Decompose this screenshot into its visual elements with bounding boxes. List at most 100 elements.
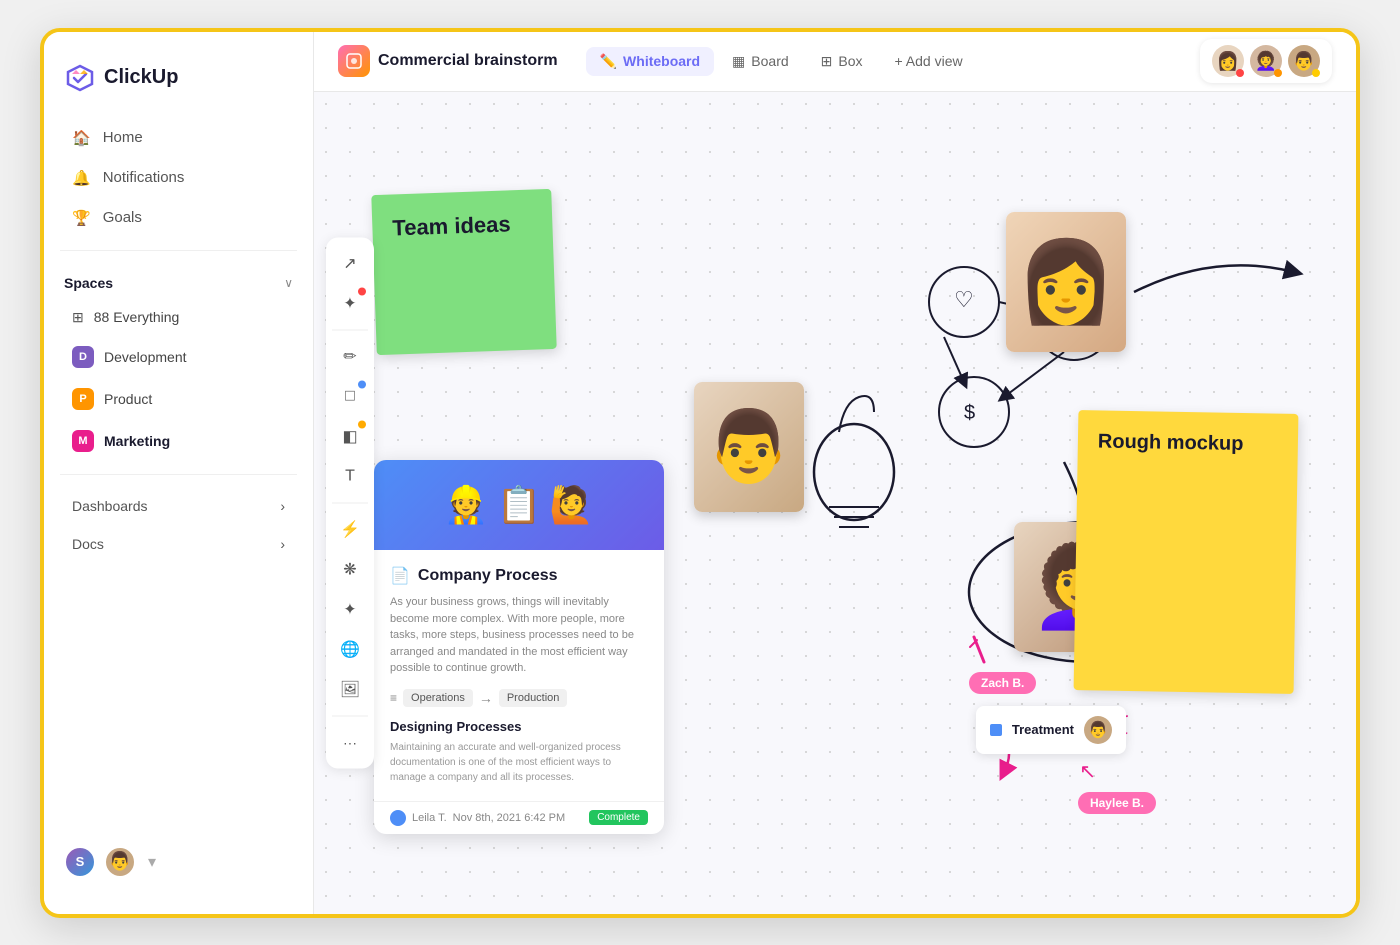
sidebar-divider [60,250,297,251]
collab-dot-2 [1274,69,1282,77]
flow-to-text: Production [507,692,560,704]
tool-image[interactable]: 🖼 [332,671,368,707]
user-area: S 👨 ▾ [44,830,313,894]
bell-icon: 🔔 [72,169,91,187]
tool-more[interactable]: ··· [332,724,368,760]
marketing-label: Marketing [104,433,170,449]
treatment-color-swatch [990,724,1002,736]
tool-brush[interactable]: ✦ [332,285,368,321]
doc-card-desc: As your business grows, things will inev… [390,594,648,677]
whiteboard-canvas[interactable]: ↗ ✦ ✏ □ ◧ T ⚡ ❋ ✦ [314,92,1356,914]
flow-arrow: → [479,690,493,706]
doc-user: Leila T. Nov 8th, 2021 6:42 PM [390,810,565,826]
doc-status-badge: Complete [589,810,648,825]
sticky-green-text: Team ideas [392,211,511,240]
tools-divider-3 [332,715,368,716]
chevron-right-icon-docs: › [280,536,285,552]
doc-card-header: 👷 📋 🙋 [374,460,664,550]
treatment-avatar: 👨 [1084,716,1112,744]
tool-connector[interactable]: ⚡ [332,511,368,547]
tool-text[interactable]: T [332,458,368,494]
sidebar-item-home[interactable]: 🏠 Home [52,119,305,157]
doc-section-title: Designing Processes [390,719,648,734]
doc-title-text: Company Process [418,567,558,585]
sidebar-divider-2 [60,474,297,475]
doc-card-body: 📄 Company Process As your business grows… [374,550,664,801]
board-tab-icon: ▦ [732,53,745,70]
whiteboard-tab-icon: ✏️ [600,53,617,70]
whiteboard-tab-label: Whiteboard [623,53,700,69]
development-label: Development [104,349,187,365]
tool-rectangle[interactable]: □ [332,378,368,414]
add-view-button[interactable]: + Add view [881,47,977,75]
tool-globe[interactable]: 🌐 [332,631,368,667]
product-badge: P [72,388,94,410]
view-tabs: ✏️ Whiteboard ▦ Board ⊞ Box + Add view [586,47,977,76]
app-name: ClickUp [104,66,178,89]
development-badge: D [72,346,94,368]
tools-panel: ↗ ✦ ✏ □ ◧ T ⚡ ❋ ✦ [326,237,374,768]
sidebar-item-goals[interactable]: 🏆 Goals [52,199,305,237]
app-frame: ClickUp 🏠 Home 🔔 Notifications 🏆 Goals S… [40,28,1360,918]
spaces-title: Spaces [64,275,113,291]
toolbar-right: 👩 👩‍🦱 👨 [1200,39,1332,83]
tool-select[interactable]: ↗ [332,245,368,281]
cursor-icon-haylee: ↖ [1079,759,1096,784]
doc-timestamp: Nov 8th, 2021 6:42 PM [453,812,566,824]
svg-text:♡: ♡ [954,287,974,312]
sidebar-item-notifications[interactable]: 🔔 Notifications [52,159,305,197]
sidebar-item-product[interactable]: P Product [52,379,305,419]
collab-2: 👩‍🦱 [1250,45,1282,77]
doc-card-illustration: 👷 📋 🙋 [444,484,594,526]
collab-dot-1 [1236,69,1244,77]
tool-pen[interactable]: ✏ [332,338,368,374]
person-photo-1: 👨 [694,382,804,512]
sidebar-item-dashboards[interactable]: Dashboards › [52,488,305,524]
tools-divider-1 [332,329,368,330]
sticky-note-rough-mockup[interactable]: Rough mockup [1074,410,1299,694]
user-dropdown-icon[interactable]: ▾ [148,852,156,872]
treatment-card[interactable]: Treatment 👨 [976,706,1126,754]
product-label: Product [104,391,152,407]
sidebar-item-marketing[interactable]: M Marketing [52,421,305,461]
cursor-haylee-text: Haylee B. [1090,796,1144,810]
person-1-bg: 👨 [694,382,804,512]
spaces-section-header: Spaces ∨ [44,267,313,299]
tool-rect-dot [358,380,366,388]
person-photo-2: 👩 [1006,212,1126,352]
project-icon [338,45,370,77]
tool-sticky[interactable]: ◧ [332,418,368,454]
project-name: Commercial brainstorm [378,52,558,70]
flow-from-badge: Operations [403,689,473,707]
sidebar-item-everything[interactable]: ⊞ 88 Everything [52,300,305,335]
user-avatar-img: 👨 [104,846,136,878]
chevron-right-icon: › [280,498,285,514]
box-tab-icon: ⊞ [821,53,833,70]
tool-sparkle[interactable]: ✦ [332,591,368,627]
collaborator-avatars: 👩 👩‍🦱 👨 [1200,39,1332,83]
home-label: Home [103,129,143,146]
sidebar-item-docs[interactable]: Docs › [52,526,305,562]
doc-icon: 📄 [390,566,410,586]
chevron-down-icon[interactable]: ∨ [284,276,293,290]
tab-box[interactable]: ⊞ Box [807,47,877,76]
tab-board[interactable]: ▦ Board [718,47,803,76]
sidebar: ClickUp 🏠 Home 🔔 Notifications 🏆 Goals S… [44,32,314,914]
svg-text:$: $ [964,402,975,424]
doc-card-title: 📄 Company Process [390,566,648,586]
doc-card-company-process[interactable]: 👷 📋 🙋 📄 Company Process As your business… [374,460,664,834]
tool-network[interactable]: ❋ [332,551,368,587]
sticky-note-team-ideas[interactable]: Team ideas [371,188,556,354]
flow-from-text: Operations [411,692,465,704]
add-view-label: + Add view [895,53,963,69]
sidebar-item-development[interactable]: D Development [52,337,305,377]
person-2-bg: 👩 [1006,212,1126,352]
clickup-logo-icon [64,62,96,94]
tab-whiteboard[interactable]: ✏️ Whiteboard [586,47,714,76]
box-tab-label: Box [838,53,862,69]
collab-1: 👩 [1212,45,1244,77]
notifications-label: Notifications [103,169,185,186]
user-avatar-s: S [64,846,96,878]
tool-sticky-dot [358,420,366,428]
everything-label: 88 Everything [94,309,180,325]
